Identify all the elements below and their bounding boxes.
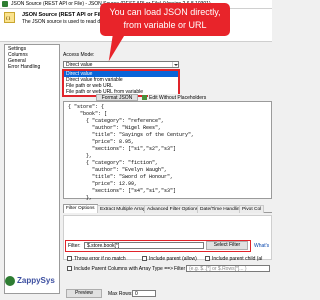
sidebar-nav: Settings Columns General Error Handling [4,44,60,294]
json-logo-icon: { } [4,12,15,23]
code-line: { "category": "reference", [68,118,165,124]
select-filter-label: Select Filter [213,242,241,248]
filter-options-panel [63,215,272,260]
code-line: "book": [ [68,111,108,117]
parent-filter-input[interactable]: (e.g. $..[*] or $.Rows[*]... ) [186,265,270,272]
code-line: }, [68,195,93,201]
sidebar-item-error-handling[interactable]: Error Handling [8,64,40,70]
parent-filter-label: Filter [174,266,186,272]
filter-label: Filter: [68,243,81,249]
code-line: "sections": ["s4","s1","s3"] [68,188,177,194]
edit-icon [142,95,147,100]
format-json-button[interactable]: Format JSON [96,94,138,101]
code-line: "author": "Nigel Rees", [68,125,162,131]
include-parent-columns-label: Include Parent Columns with Array Type =… [74,266,173,272]
access-mode-dropdown: Direct value Direct value from variable … [62,69,180,97]
include-parent-allow-checkbox[interactable] [142,256,147,261]
include-parent-columns-checkbox[interactable] [67,266,72,271]
callout-line-1: You can load JSON directly, [109,7,221,17]
throw-error-checkbox[interactable] [67,256,72,261]
include-parent-child-checkbox[interactable] [205,256,210,261]
code-line: "price": 8.95, [68,139,135,145]
json-editor[interactable]: { "store": { "book": [ { "category": "re… [63,101,272,201]
include-parent-allow-label: Include parent (allow) [149,256,197,262]
callout-line-2: from variable or URL [123,20,207,30]
callout-annotation: You can load JSON directly, from variabl… [100,3,230,36]
include-parent-child-label: Include parent child (al [212,256,263,262]
code-line: { "category": "fiction", [68,160,159,166]
max-rows-input[interactable]: 0 [132,290,156,297]
whats-this-link[interactable]: What's [254,243,269,249]
preview-button[interactable]: Preview [66,289,102,298]
tab-advanced-filter-options[interactable]: Advanced Filter Options [144,205,202,213]
zappysys-logo: ZappySys [5,275,57,287]
code-line: "author": "Evelyn Waugh", [68,167,168,173]
chevron-down-icon[interactable] [172,62,178,67]
access-mode-selected: Direct value [66,62,93,68]
code-line: { "store": { [68,104,105,110]
filter-input[interactable]: $.store.book[*] [84,242,204,249]
zappysys-brand-text: ZappySys [17,276,55,285]
tab-pivot-columns[interactable]: Pivot Col [239,205,265,213]
code-line: "title": "Sayings of the Century", [68,132,195,138]
code-line: "title": "Sword of Honour", [68,174,174,180]
tab-date-time-handling[interactable]: Date/Time Handling [197,205,246,213]
tab-extract-multiple-arrays[interactable]: Extract Multiple Arrays [97,205,151,213]
throw-error-label: Throw error if no match [74,256,126,262]
edit-without-placeholders-button[interactable]: Edit Without Placeholders [148,94,222,101]
access-mode-select[interactable]: Direct value [63,61,179,68]
header-title: JSON Source (REST API or File) [22,12,106,18]
tab-filter-options[interactable]: Filter Options [63,204,98,213]
options-tabs: Filter Options Extract Multiple Arrays A… [63,204,272,213]
access-mode-label: Access Mode: [63,52,95,58]
zappysys-logo-icon [5,276,15,286]
code-line: }, [68,153,93,159]
code-line: "sections": ["s1","s2","s3"] [68,146,177,152]
code-line: "price": 12.99, [68,181,138,187]
max-rows-label: Max Rows: [108,291,133,297]
select-filter-button[interactable]: Select Filter [206,241,248,250]
app-icon [2,1,8,7]
